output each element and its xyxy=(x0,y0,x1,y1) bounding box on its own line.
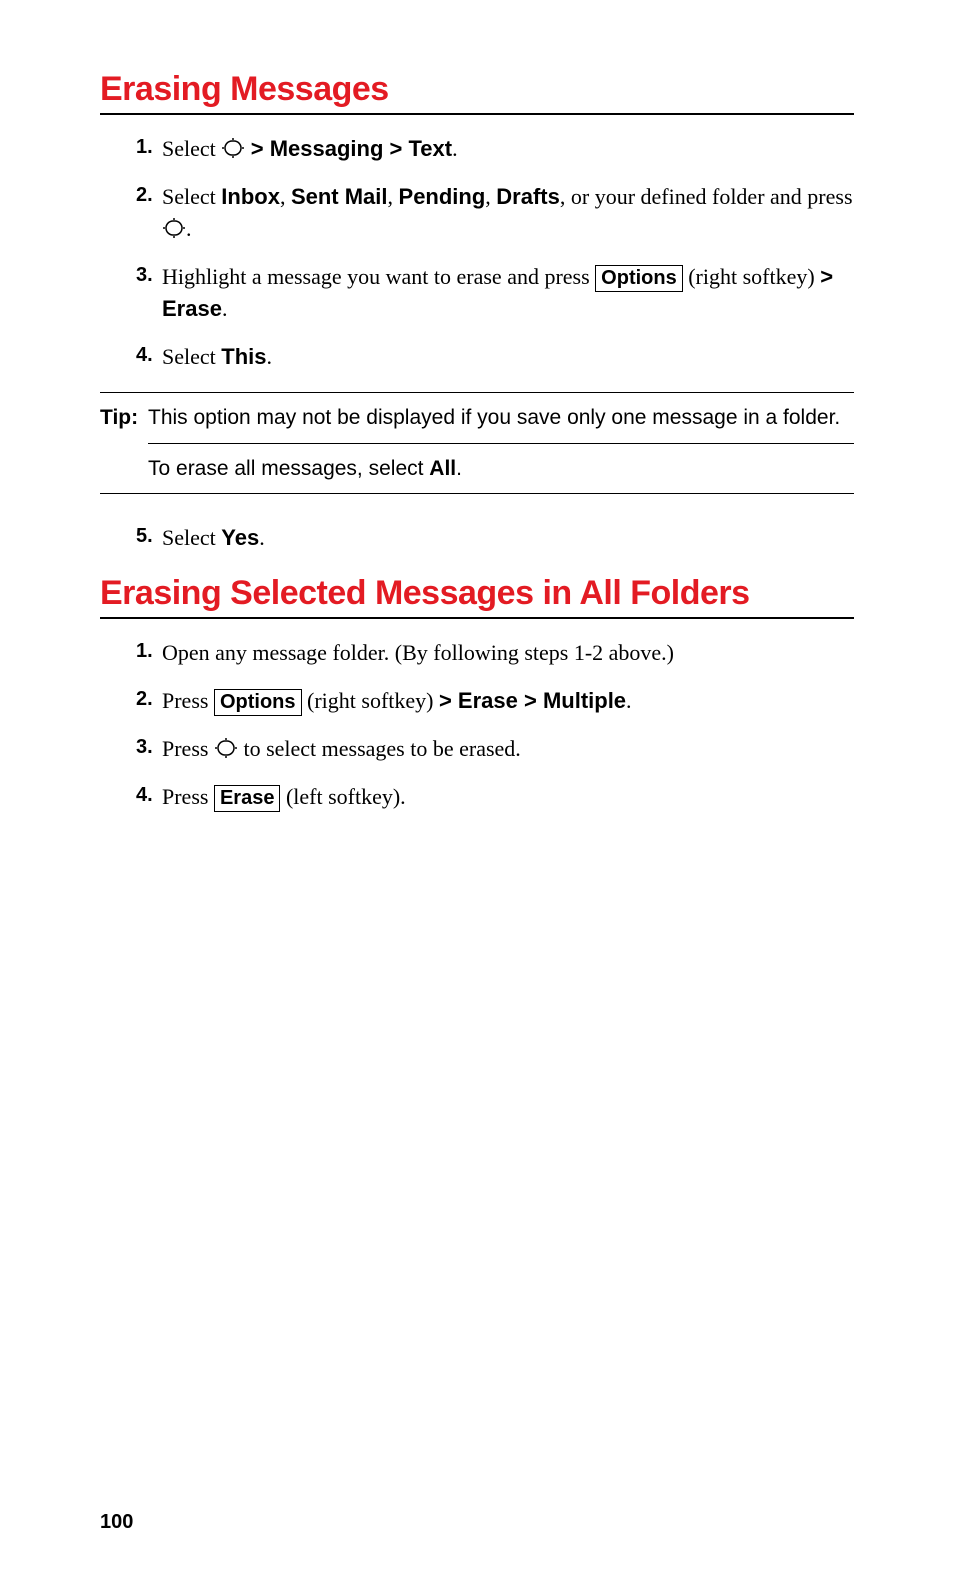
bold-text: Yes xyxy=(221,525,259,550)
tip-label: Tip: xyxy=(100,403,148,432)
text: to select messages to be erased. xyxy=(238,736,521,761)
bold-text: Pending xyxy=(399,184,486,209)
step-1-2: 2. Select Inbox, Sent Mail, Pending, Dra… xyxy=(136,181,854,245)
text: Select xyxy=(162,184,221,209)
text: Highlight a message you want to erase an… xyxy=(162,264,595,289)
bold-text: Drafts xyxy=(496,184,560,209)
text: . xyxy=(186,216,192,241)
text: , or your defined folder and press xyxy=(560,184,853,209)
tip-separator xyxy=(148,443,854,444)
tip-text-1: This option may not be displayed if you … xyxy=(148,403,854,432)
step-num: 2. xyxy=(136,685,153,714)
text: (right softkey) xyxy=(683,264,820,289)
text: , xyxy=(388,184,399,209)
text: Select xyxy=(162,525,221,550)
tip-block: Tip: This option may not be displayed if… xyxy=(100,392,854,494)
text: (left softkey). xyxy=(280,784,405,809)
text: . xyxy=(456,457,462,480)
step-2-1: 1. Open any message folder. (By followin… xyxy=(136,637,854,669)
heading-erasing-selected: Erasing Selected Messages in All Folders xyxy=(100,574,854,619)
bold-text: > Messaging > Text xyxy=(251,136,452,161)
step-num: 4. xyxy=(136,781,153,810)
bold-text: This xyxy=(221,344,266,369)
text: . xyxy=(267,344,273,369)
step-num: 1. xyxy=(136,133,153,162)
text: , xyxy=(485,184,496,209)
text: To erase all messages, select xyxy=(148,457,429,480)
steps-list-2: 1. Open any message folder. (By followin… xyxy=(100,637,854,813)
step-num: 3. xyxy=(136,733,153,762)
text: Press xyxy=(162,784,214,809)
text: . xyxy=(259,525,265,550)
text: . xyxy=(222,296,228,321)
step-num: 4. xyxy=(136,341,153,370)
nav-key-icon xyxy=(221,137,245,159)
step-num: 3. xyxy=(136,261,153,290)
nav-key-icon xyxy=(214,737,238,759)
tip-text-2: To erase all messages, select All. xyxy=(100,454,854,483)
step-1-1: 1. Select > Messaging > Text. xyxy=(136,133,854,165)
step-num: 5. xyxy=(136,522,153,551)
heading-erasing-messages: Erasing Messages xyxy=(100,70,854,115)
bold-text: Sent Mail xyxy=(291,184,388,209)
step-1-3: 3. Highlight a message you want to erase… xyxy=(136,261,854,325)
text: . xyxy=(626,688,632,713)
step-num: 1. xyxy=(136,637,153,666)
step-2-4: 4. Press Erase (left softkey). xyxy=(136,781,854,813)
text: Select xyxy=(162,136,221,161)
text: Select xyxy=(162,344,221,369)
step-2-3: 3. Press to select messages to be erased… xyxy=(136,733,854,765)
step-2-2: 2. Press Options (right softkey) > Erase… xyxy=(136,685,854,717)
text: Press xyxy=(162,688,214,713)
step-1-4: 4. Select This. xyxy=(136,341,854,373)
bold-text: > Erase > Multiple xyxy=(439,688,626,713)
text: Open any message folder. (By following s… xyxy=(162,640,674,665)
softkey-box: Options xyxy=(595,265,683,292)
steps-list-1b: 5. Select Yes. xyxy=(100,522,854,554)
text: , xyxy=(280,184,291,209)
bold-text: Inbox xyxy=(221,184,280,209)
bold-text: All xyxy=(429,457,456,480)
nav-key-icon xyxy=(162,217,186,239)
text: . xyxy=(452,136,458,161)
softkey-box: Options xyxy=(214,689,302,716)
steps-list-1: 1. Select > Messaging > Text. 2. Select … xyxy=(100,133,854,372)
text: (right softkey) xyxy=(302,688,439,713)
text: Press xyxy=(162,736,214,761)
step-1-5: 5. Select Yes. xyxy=(136,522,854,554)
softkey-box: Erase xyxy=(214,785,281,812)
step-num: 2. xyxy=(136,181,153,210)
page-number: 100 xyxy=(100,1511,133,1534)
